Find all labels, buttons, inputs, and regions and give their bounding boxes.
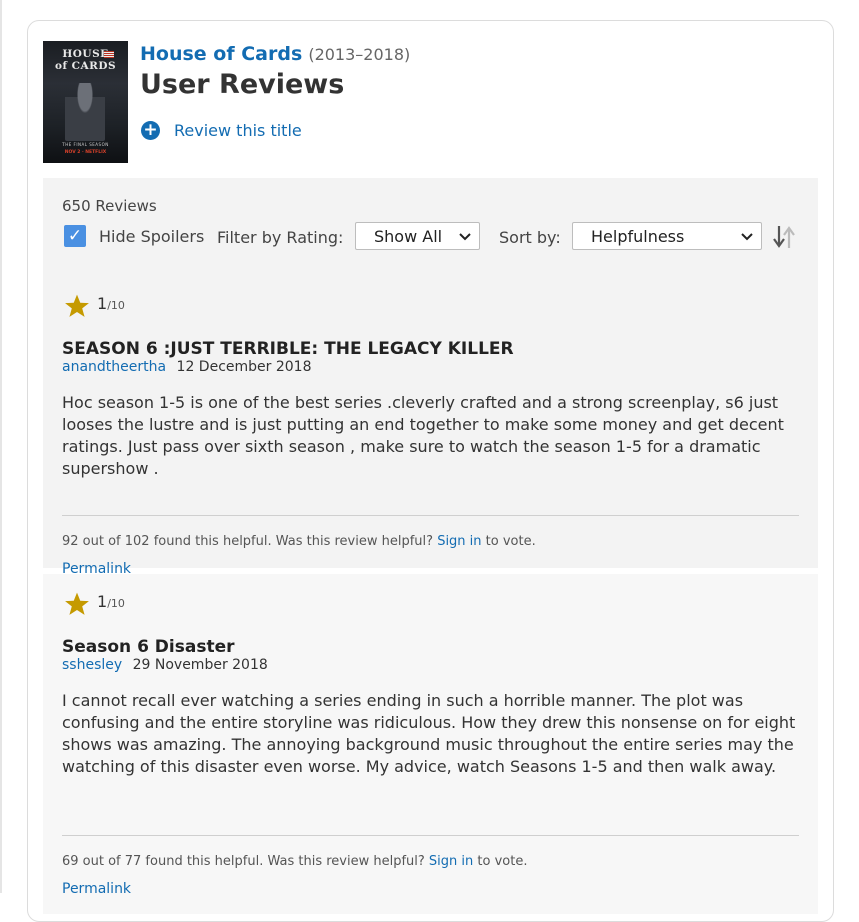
poster-title-line1: HOUSE	[62, 48, 109, 60]
rating-value: 1	[97, 294, 108, 313]
review-author-link[interactable]: sshesley	[62, 657, 122, 673]
page-title: User Reviews	[140, 69, 345, 100]
show-heading: House of Cards (2013–2018)	[140, 43, 410, 65]
helpful-text: 92 out of 102 found this helpful. Was th…	[62, 534, 438, 549]
review-date: 12 December 2018	[176, 359, 312, 375]
review-item: 1/10 Season 6 Disaster sshesley 29 Novem…	[43, 574, 818, 914]
sort-by-label: Sort by:	[499, 228, 561, 247]
divider	[62, 515, 799, 516]
flag-icon	[104, 51, 114, 58]
helpful-line: 92 out of 102 found this helpful. Was th…	[62, 534, 536, 549]
review-author-link[interactable]: anandtheertha	[62, 359, 166, 375]
poster-figure	[65, 83, 105, 141]
sort-by-select[interactable]: Helpfulness	[572, 222, 762, 250]
review-rating: 1/10	[97, 294, 125, 313]
review-item: 1/10 SEASON 6 :JUST TERRIBLE: THE LEGACY…	[43, 276, 818, 577]
rating-value: 1	[97, 592, 108, 611]
review-meta: anandtheertha 12 December 2018	[62, 359, 311, 375]
filter-bar: 650 Reviews ✓ Hide Spoilers Filter by Ra…	[43, 178, 818, 276]
sort-direction-icon[interactable]	[771, 224, 797, 250]
chevron-down-icon	[459, 223, 471, 262]
poster-brand: NOV 2 · NETFLIX	[64, 150, 107, 155]
page-edge	[0, 0, 2, 893]
helpful-line: 69 out of 77 found this helpful. Was thi…	[62, 854, 527, 869]
poster-subtitle: THE FINAL SEASON	[62, 142, 109, 147]
review-body: I cannot recall ever watching a series e…	[62, 691, 796, 776]
rating-scale: /10	[107, 299, 125, 312]
review-this-title-link[interactable]: + Review this title	[141, 121, 302, 140]
plus-circle-icon: +	[141, 121, 160, 140]
sort-by-value: Helpfulness	[591, 227, 685, 246]
review-date: 29 November 2018	[132, 657, 268, 673]
reviews-card: HOUSE of CARDS THE FINAL SEASON NOV 2 · …	[27, 20, 834, 922]
helpful-text: 69 out of 77 found this helpful. Was thi…	[62, 854, 429, 869]
rating-scale: /10	[107, 597, 125, 610]
review-link-label: Review this title	[174, 121, 302, 140]
permalink-link[interactable]: Permalink	[62, 881, 131, 897]
vote-text: to vote.	[473, 854, 528, 869]
review-title[interactable]: SEASON 6 :JUST TERRIBLE: THE LEGACY KILL…	[62, 339, 514, 359]
vote-text: to vote.	[481, 534, 536, 549]
star-icon	[65, 294, 89, 317]
chevron-down-icon	[741, 223, 753, 262]
rating-filter-value: Show All	[374, 227, 443, 246]
filter-rating-label: Filter by Rating:	[217, 228, 344, 247]
review-meta: sshesley 29 November 2018	[62, 657, 268, 673]
star-icon	[65, 592, 89, 615]
review-rating: 1/10	[97, 592, 125, 611]
show-years: (2013–2018)	[308, 45, 411, 64]
reviews-count: 650 Reviews	[62, 197, 157, 215]
poster-image[interactable]: HOUSE of CARDS THE FINAL SEASON NOV 2 · …	[43, 41, 128, 163]
hide-spoilers-checkbox[interactable]: ✓	[64, 225, 86, 247]
show-title-link[interactable]: House of Cards	[140, 43, 302, 65]
sign-in-link[interactable]: Sign in	[437, 534, 481, 549]
sign-in-link[interactable]: Sign in	[429, 854, 473, 869]
poster-title-line2: of CARDS	[54, 60, 117, 72]
divider	[62, 835, 799, 836]
review-body: Hoc season 1-5 is one of the best series…	[62, 393, 784, 478]
hide-spoilers-label[interactable]: Hide Spoilers	[99, 227, 204, 246]
rating-filter-select[interactable]: Show All	[355, 222, 480, 250]
review-title[interactable]: Season 6 Disaster	[62, 637, 235, 657]
